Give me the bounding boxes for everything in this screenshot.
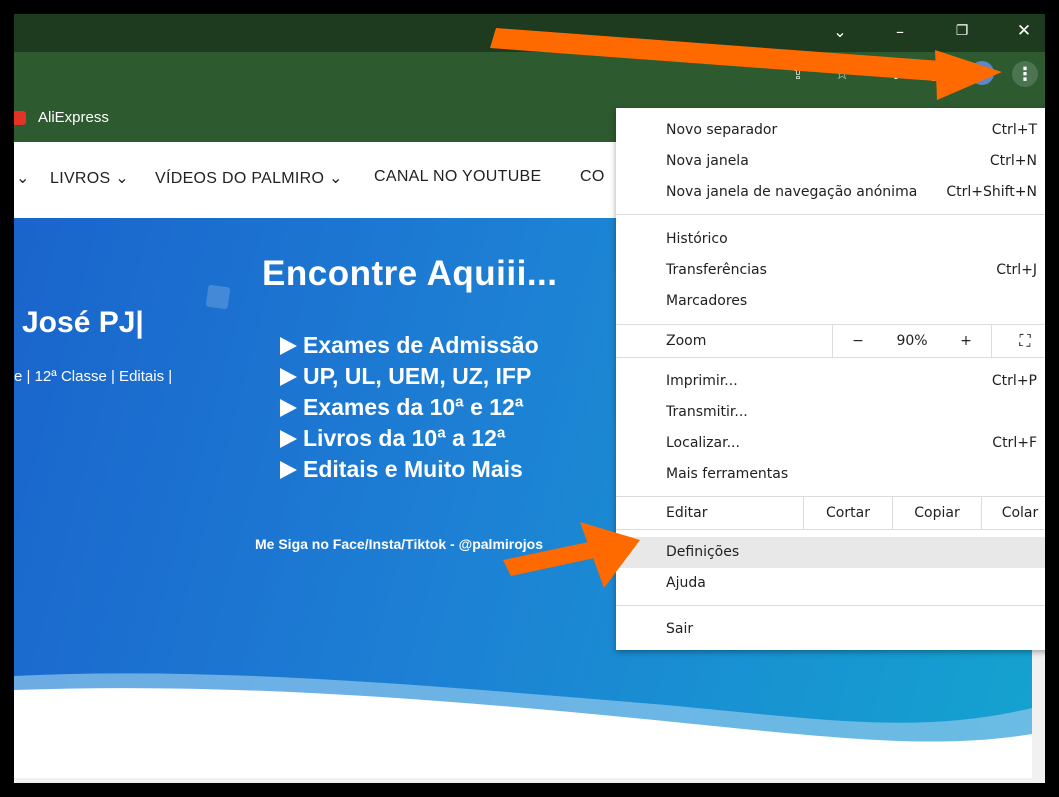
chrome-main-menu: Novo separador Ctrl+T Nova janela Ctrl+N N… [616,108,1045,650]
hero-wave [14,673,1032,778]
tab-search-icon[interactable]: ⌄ [817,14,863,48]
minimize-button[interactable]: – [877,14,923,48]
menu-item-exit[interactable]: Sair [616,614,1045,645]
close-button[interactable]: ✕ [1001,14,1045,48]
menu-item-history[interactable]: Histórico [616,224,1045,255]
play-triangle-icon [280,461,297,479]
nav-item-dropdown[interactable]: ⌄ [16,168,30,188]
title-bar: ⌄ – ❐ ✕ [14,14,1045,52]
copy-button[interactable]: Copiar [893,497,981,529]
site-title: José PJ| [22,306,144,339]
promo-list: Exames de Admissão UP, UL, UEM, UZ, IFP … [280,330,539,485]
nav-item-canal-youtube[interactable]: CANAL NO YOUTUBE [374,168,542,186]
bookmark-aliexpress[interactable]: AliExpress [38,109,109,126]
share-icon[interactable]: ⇪ [787,62,809,84]
extensions-icon[interactable]: ✚ [885,62,907,84]
restore-button[interactable]: ❐ [939,14,985,48]
nav-item-co[interactable]: CO [580,168,605,186]
profile-avatar[interactable] [970,61,994,85]
paste-button[interactable]: Colar [982,497,1045,529]
menu-item-help[interactable]: Ajuda [616,568,1045,599]
play-triangle-icon [280,430,297,448]
promo-footer: Me Siga no Face/Insta/Tiktok - @palmiroj… [255,536,544,552]
zoom-level: 90% [896,333,928,349]
browser-window: ⌄ – ❐ ✕ ⇪ ☆ ✚ ▣ ⋮ AliExpress ⌄ LIVROS ⌄ … [14,14,1045,783]
menu-item-incognito[interactable]: Nova janela de navegação anónima Ctrl+Shi… [616,177,1045,208]
decorative-square [205,284,231,310]
play-triangle-icon [280,337,297,355]
menu-item-more-tools[interactable]: Mais ferramentas [616,459,1045,490]
browser-toolbar: ⇪ ☆ ✚ ▣ ⋮ [14,52,1045,94]
edit-label: Editar [666,505,708,521]
edit-row: Editar Cortar Copiar Colar [616,496,1045,530]
menu-item-new-window[interactable]: Nova janela Ctrl+N [616,146,1045,177]
menu-item-find[interactable]: Localizar... Ctrl+F [616,428,1045,459]
nav-item-videos[interactable]: VÍDEOS DO PALMIRO ⌄ [155,168,343,188]
side-panel-icon[interactable]: ▣ [927,62,949,84]
zoom-row: Zoom − 90% + ⛶ [616,324,1045,358]
promo-item: Livros da 10ª a 12ª [280,423,539,454]
zoom-in-button[interactable]: + [941,325,991,357]
site-subtitle: e | 12ª Classe | Editais | [14,368,173,385]
chrome-menu-icon[interactable]: ⋮ [1012,61,1038,87]
menu-separator [616,605,1045,606]
nav-item-livros[interactable]: LIVROS ⌄ [50,168,129,188]
promo-item: Exames da 10ª e 12ª [280,392,539,423]
bookmark-star-icon[interactable]: ☆ [831,62,853,84]
menu-item-bookmarks[interactable]: Marcadores [616,286,1045,317]
fullscreen-icon[interactable]: ⛶ [992,325,1045,357]
aliexpress-logo-icon [14,111,26,125]
menu-item-cast[interactable]: Transmitir... [616,397,1045,428]
zoom-label: Zoom [666,333,707,349]
menu-item-new-tab[interactable]: Novo separador Ctrl+T [616,115,1045,146]
play-triangle-icon [280,399,297,417]
menu-item-print[interactable]: Imprimir... Ctrl+P [616,366,1045,397]
promo-item: Exames de Admissão [280,330,539,361]
promo-title: Encontre Aquiii... [262,254,558,293]
menu-item-downloads[interactable]: Transferências Ctrl+J [616,255,1045,286]
menu-item-settings[interactable]: Definições [616,537,1045,568]
play-triangle-icon [280,368,297,386]
promo-item: UP, UL, UEM, UZ, IFP [280,361,539,392]
cut-button[interactable]: Cortar [804,497,892,529]
menu-separator [616,214,1045,215]
promo-item: Editais e Muito Mais [280,454,539,485]
zoom-out-button[interactable]: − [833,325,883,357]
